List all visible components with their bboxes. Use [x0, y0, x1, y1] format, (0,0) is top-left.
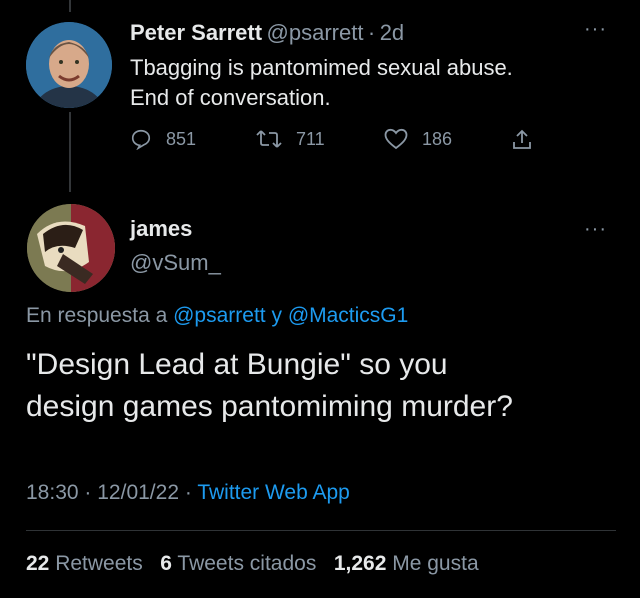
thread-line [69, 0, 71, 12]
display-name[interactable]: james [130, 216, 192, 242]
avatar[interactable] [27, 204, 115, 292]
tweet-text-line: design games pantomiming murder? [26, 390, 513, 423]
avatar-photo [26, 22, 112, 108]
likes-count: 1,262 [333, 552, 387, 575]
reply-count: 851 [166, 128, 197, 149]
divider [26, 530, 616, 531]
retweet-count: 711 [296, 128, 325, 149]
separator-dot: · [367, 20, 376, 45]
tweet-text: Tbagging is pantomimed sexual abuse. End… [130, 53, 610, 113]
retweets-label: Retweets [55, 552, 143, 575]
heart-icon [384, 128, 408, 150]
retweets-count: 22 [26, 552, 50, 575]
likes-label: Me gusta [392, 552, 479, 575]
tweet-text-line: "Design Lead at Bungie" so you [26, 348, 448, 381]
tweet-text: "Design Lead at Bungie" so you design ga… [26, 344, 626, 428]
tweet-time[interactable]: 18:30 [26, 481, 79, 504]
share-icon [513, 129, 531, 149]
tweet-text-line: End of conversation. [130, 85, 331, 110]
tweet-text-line: Tbagging is pantomimed sexual abuse. [130, 55, 513, 80]
retweet-button[interactable]: 711 [256, 128, 325, 150]
reply-icon [131, 129, 151, 150]
avatar-photo [27, 204, 115, 292]
tweet-meta: 18:30 · 12/01/22 · Twitter Web App [26, 481, 350, 505]
engagement-stats: 22 Retweets 6 Tweets citados 1,262 Me gu… [26, 552, 479, 576]
like-button[interactable]: 186 [384, 128, 452, 150]
likes-stat[interactable]: 1,262 Me gusta [334, 552, 479, 575]
avatar[interactable] [26, 22, 112, 108]
display-name[interactable]: Peter Sarrett [130, 20, 262, 45]
quotes-label: Tweets citados [177, 552, 317, 575]
tweet-time[interactable]: 2d [380, 20, 404, 45]
reply-context: En respuesta a @psarrett y @MacticsG1 [26, 304, 408, 328]
reply-conjunction: y [271, 304, 282, 327]
user-handle[interactable]: @vSum_ [130, 250, 221, 276]
user-handle[interactable]: @psarrett [267, 20, 364, 45]
retweet-icon [256, 130, 282, 148]
retweets-stat[interactable]: 22 Retweets [26, 552, 143, 575]
quotes-count: 6 [160, 552, 172, 575]
more-icon[interactable]: ··· [584, 218, 607, 241]
tweet-date[interactable]: 12/01/22 [97, 481, 179, 504]
reply-prefix: En respuesta a [26, 304, 168, 327]
reply-button[interactable]: 851 [130, 128, 196, 150]
quotes-stat[interactable]: 6 Tweets citados [160, 552, 316, 575]
tweet-source[interactable]: Twitter Web App [197, 481, 350, 504]
tweet-header: Peter Sarrett @psarrett · 2d [130, 20, 404, 46]
thread-line [69, 112, 71, 192]
separator-dot: · [84, 481, 92, 504]
mention-link[interactable]: @MacticsG1 [288, 304, 409, 327]
share-button[interactable] [510, 128, 548, 152]
like-count: 186 [422, 128, 453, 149]
more-icon[interactable]: ··· [584, 18, 607, 41]
separator-dot: · [184, 481, 192, 504]
mention-link[interactable]: @psarrett [173, 304, 266, 327]
